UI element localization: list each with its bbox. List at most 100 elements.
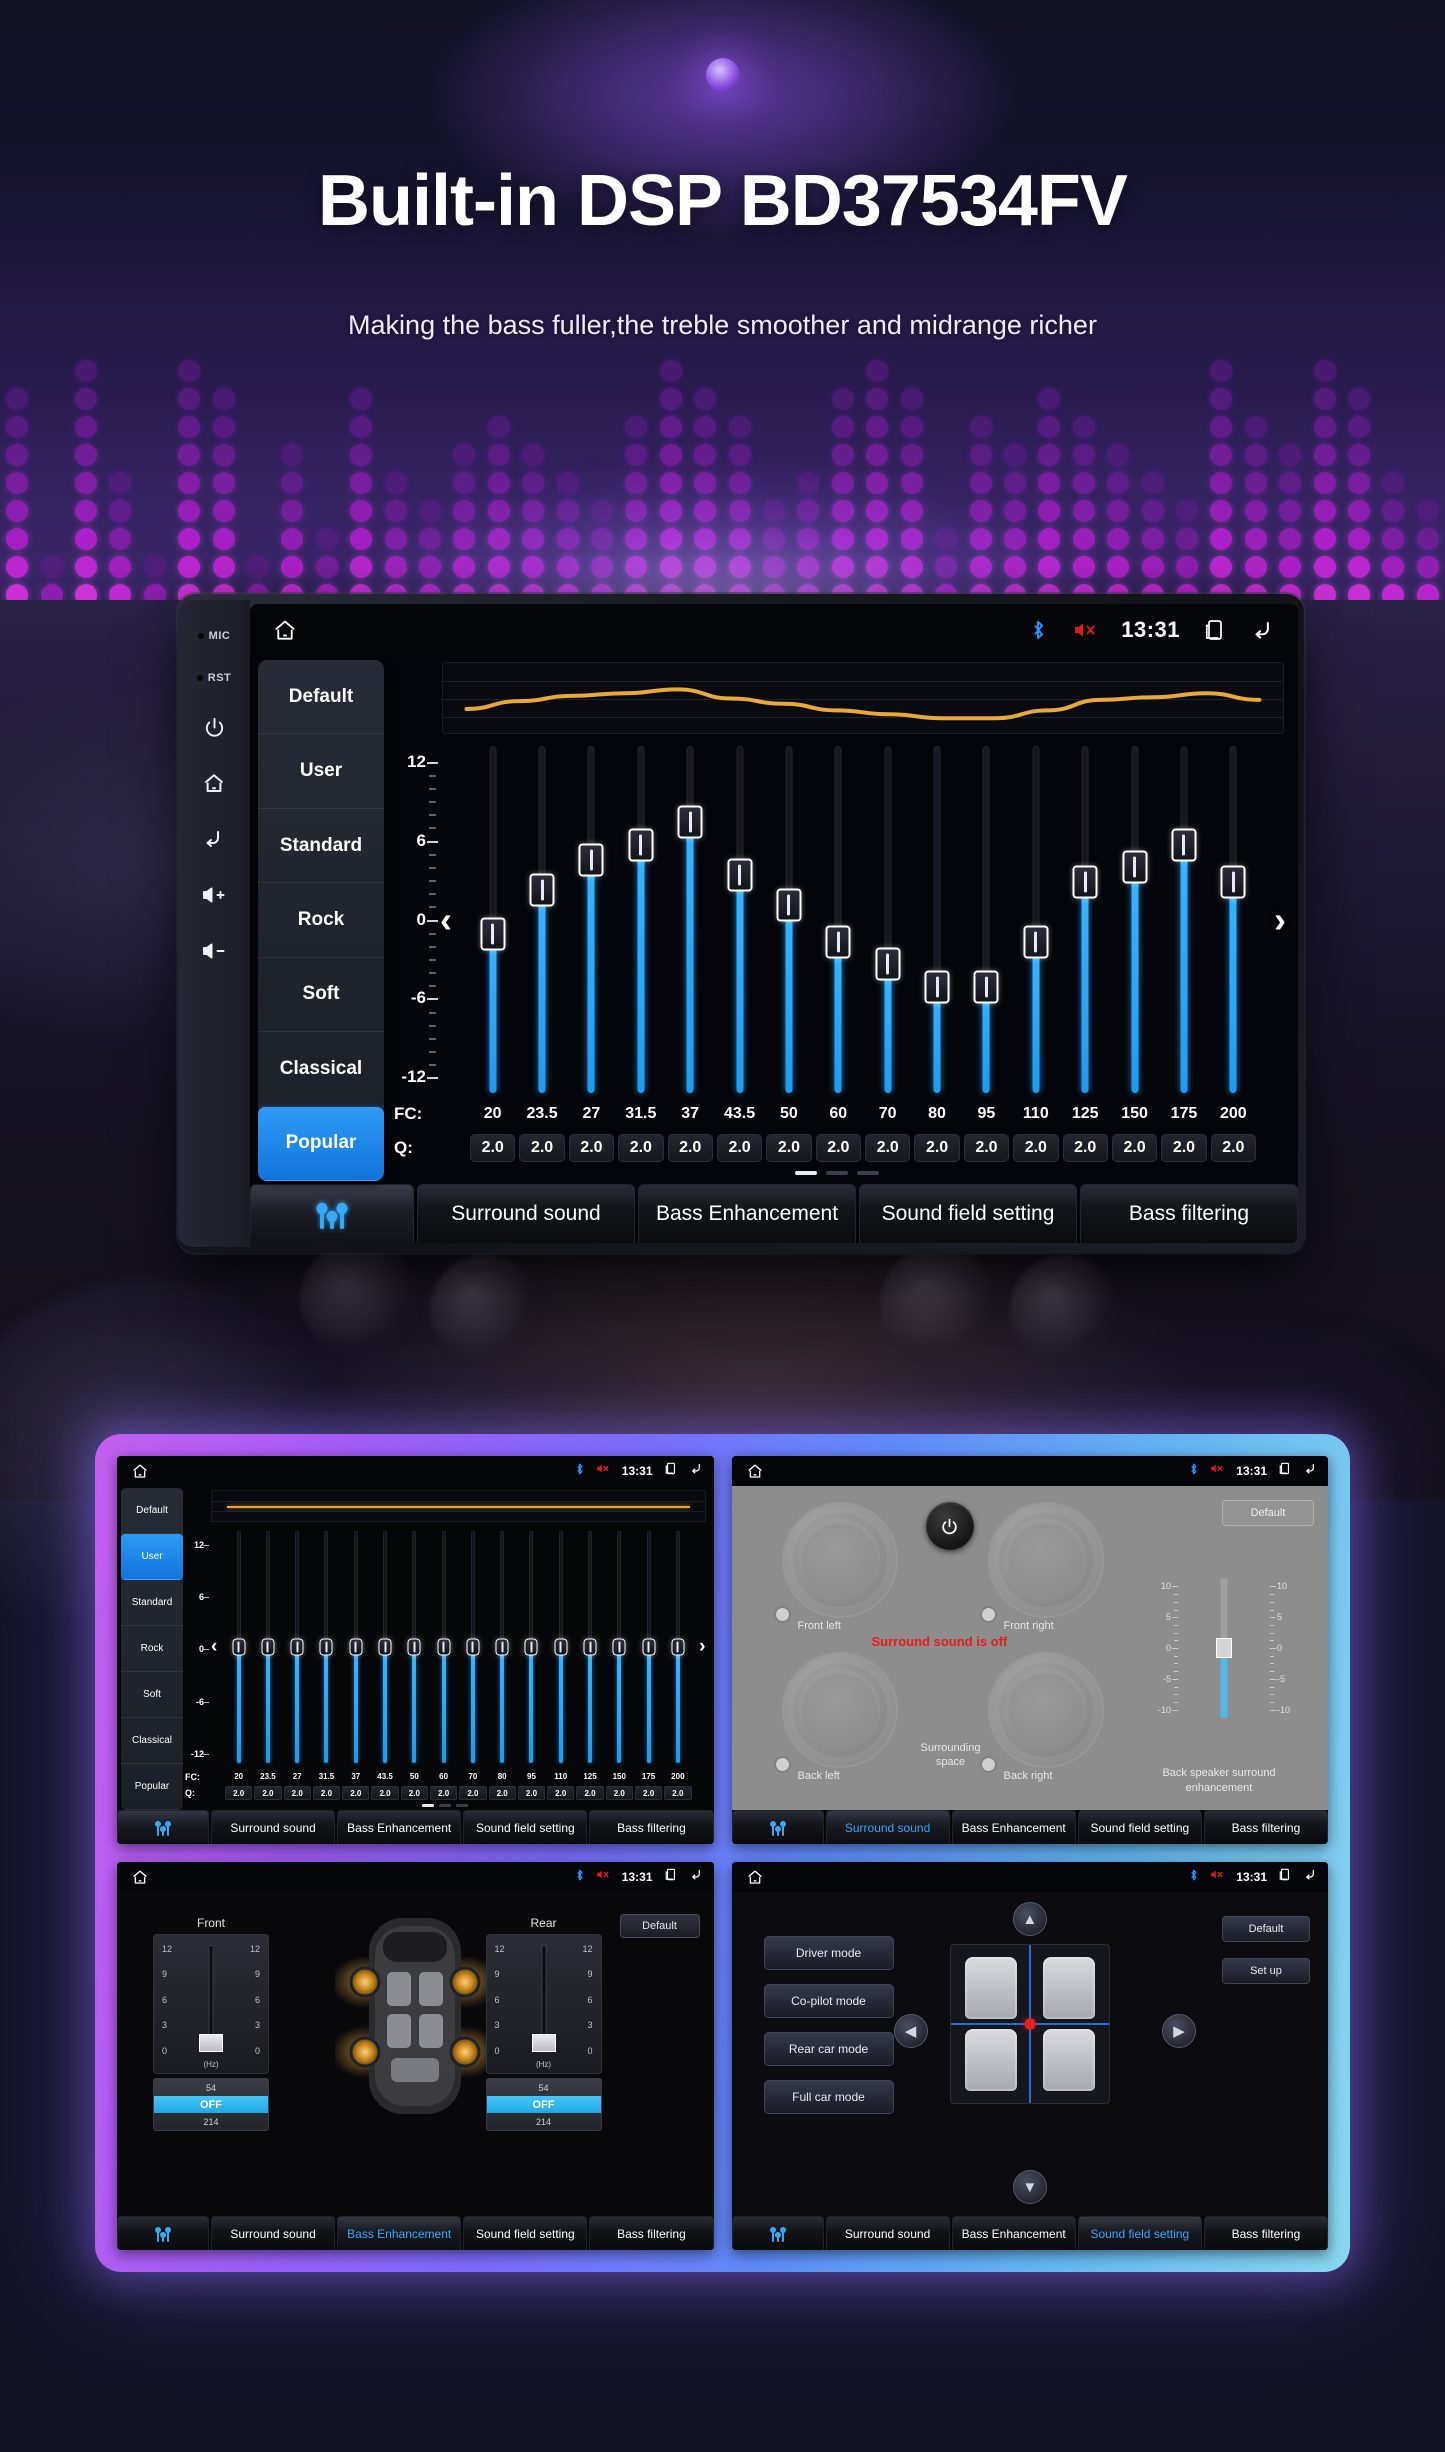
eq-band-60[interactable]: [814, 740, 863, 1099]
preset-standard[interactable]: Standard: [258, 809, 384, 884]
mini-eq-band-150[interactable]: [605, 1525, 634, 1769]
mini-q-value[interactable]: 2.0: [254, 1785, 282, 1800]
eq-band-27[interactable]: [567, 740, 616, 1099]
q-value[interactable]: 2.0: [519, 1134, 565, 1162]
mini-q-value[interactable]: 2.0: [342, 1785, 370, 1800]
eq-band-200[interactable]: [1209, 740, 1258, 1099]
rear-bass-selector[interactable]: 54 OFF 214: [485, 2078, 602, 2131]
back-icon[interactable]: [689, 1867, 704, 1887]
right-arrow-icon[interactable]: ▶: [1162, 2014, 1196, 2048]
mini-tab-bass-filtering[interactable]: Bass filtering: [589, 2216, 714, 2250]
preset-rock[interactable]: Rock: [258, 883, 384, 958]
mini-q-value[interactable]: 2.0: [283, 1785, 311, 1800]
q-value[interactable]: 2.0: [963, 1134, 1010, 1162]
surround-power-button[interactable]: [925, 1502, 974, 1550]
front-bass-control[interactable]: Front (Hz) 12 12 9 9 6 6 3 3 0 0 54 OFF 214: [153, 1916, 269, 2131]
volume-down-button[interactable]: [201, 924, 227, 978]
front-slider[interactable]: (Hz) 12 12 9 9 6 6 3 3 0 0: [153, 1934, 269, 2074]
bass-option-54[interactable]: 54: [487, 2079, 601, 2096]
bass-option-214[interactable]: 214: [154, 2113, 268, 2130]
mini-preset-rock[interactable]: Rock: [121, 1626, 183, 1672]
mini-eq-band-27[interactable]: [283, 1525, 312, 1769]
volume-up-button[interactable]: [201, 868, 227, 922]
seat-rear-right[interactable]: [1042, 2029, 1095, 2091]
prev-page-arrow[interactable]: ‹: [211, 1636, 217, 1658]
left-arrow-icon[interactable]: ◀: [893, 2014, 928, 2048]
mini-eq-band-125[interactable]: [575, 1525, 604, 1769]
mode-driver-mode[interactable]: Driver mode: [763, 1936, 894, 1970]
mini-tab-surround-sound[interactable]: Surround sound: [825, 2216, 950, 2250]
mini-preset-popular[interactable]: Popular: [121, 1764, 183, 1810]
mini-q-values[interactable]: 2.0 2.0 2.0 2.0 2.0 2.0 2.0 2.0 2.0 2.0 2.0 2.0 2.0 2…: [211, 1785, 706, 1800]
tab-equalizer[interactable]: [250, 1184, 414, 1243]
mode-co-pilot-mode[interactable]: Co-pilot mode: [763, 1984, 894, 2018]
mini-tab-bass-filtering[interactable]: Bass filtering: [1203, 2216, 1328, 2250]
mini-q-value[interactable]: 2.0: [634, 1785, 663, 1800]
slider-thumb[interactable]: [875, 947, 901, 981]
mini-q-value[interactable]: 2.0: [517, 1785, 546, 1800]
mini-tab-sound-field-setting[interactable]: Sound field setting: [463, 2216, 588, 2250]
mini-eq-band-175[interactable]: [634, 1525, 663, 1769]
bass-option-off[interactable]: OFF: [486, 2096, 601, 2113]
eq-band-43.5[interactable]: [715, 740, 764, 1099]
mini-q-value[interactable]: 2.0: [576, 1785, 604, 1800]
mini-tab-equalizer[interactable]: [117, 2216, 209, 2250]
slider-thumb[interactable]: [671, 1638, 685, 1656]
eq-band-175[interactable]: [1159, 740, 1208, 1099]
q-value[interactable]: 2.0: [1013, 1134, 1059, 1162]
power-button[interactable]: [203, 700, 226, 754]
q-value[interactable]: 2.0: [716, 1134, 763, 1162]
mini-q-value[interactable]: 2.0: [400, 1785, 428, 1800]
next-page-arrow[interactable]: ›: [1274, 901, 1286, 938]
mini-q-value[interactable]: 2.0: [605, 1785, 633, 1800]
home-icon[interactable]: [272, 617, 298, 643]
eq-band-80[interactable]: [912, 740, 961, 1099]
tab-sound-field-setting[interactable]: Sound field setting: [859, 1184, 1077, 1243]
slider-thumb[interactable]: [378, 1638, 392, 1656]
slider-thumb[interactable]: [677, 805, 703, 839]
bass-default-button[interactable]: Default: [619, 1914, 700, 1938]
mini-eq-band-80[interactable]: [488, 1525, 517, 1769]
mini-eq-band-200[interactable]: [663, 1525, 692, 1769]
mini-eq-band-60[interactable]: [429, 1525, 458, 1769]
eq-band-95[interactable]: [962, 740, 1011, 1099]
eq-band-37[interactable]: [666, 740, 715, 1099]
q-value[interactable]: 2.0: [1062, 1134, 1108, 1162]
slider-thumb[interactable]: [1072, 865, 1098, 899]
tab-bass-filtering[interactable]: Bass filtering: [1080, 1184, 1298, 1243]
slider-track[interactable]: [1180, 1578, 1268, 1718]
eq-band-31.5[interactable]: [616, 740, 665, 1099]
bass-option-off[interactable]: OFF: [154, 2096, 268, 2113]
back-icon[interactable]: [689, 1461, 704, 1481]
mini-eq-band-50[interactable]: [400, 1525, 429, 1769]
mini-tab-equalizer[interactable]: [117, 1810, 209, 1844]
bass-option-54[interactable]: 54: [154, 2079, 268, 2096]
recents-icon[interactable]: [1278, 1461, 1292, 1481]
mini-preset-classical[interactable]: Classical: [121, 1718, 183, 1764]
preset-default[interactable]: Default: [258, 660, 384, 735]
thumbnail-bass-enhancement[interactable]: 13:31 Front (Hz) 12 12 9 9 6 6 3 3 0 0 54 OFF 214: [117, 1862, 714, 2250]
slider-thumb[interactable]: [495, 1638, 509, 1656]
mini-preset-soft[interactable]: Soft: [121, 1672, 183, 1718]
knob-front-right[interactable]: [989, 1504, 1102, 1616]
slider-thumb[interactable]: [554, 1638, 568, 1656]
mini-tab-sound-field-setting[interactable]: Sound field setting: [1077, 1810, 1202, 1844]
mini-band-sliders[interactable]: ‹ ›: [211, 1525, 706, 1769]
eq-band-23.5[interactable]: [517, 740, 566, 1099]
preset-list[interactable]: Default User Standard Rock Soft Classical Popu…: [258, 660, 384, 1181]
seat-front-left[interactable]: [964, 1957, 1017, 2019]
seat-position-grid[interactable]: [949, 1944, 1110, 2104]
mini-tab-equalizer[interactable]: [731, 1810, 824, 1844]
recents-icon[interactable]: [664, 1461, 678, 1481]
knob-front-left[interactable]: [783, 1504, 896, 1616]
thumbnail-equalizer[interactable]: 13:31 Default User Standard Rock Soft Classic…: [117, 1456, 714, 1844]
page-dot[interactable]: [857, 1171, 879, 1175]
back-icon[interactable]: [1303, 1461, 1318, 1481]
eq-band-sliders[interactable]: ‹ ›: [440, 740, 1286, 1099]
tab-bar[interactable]: Surround sound Bass Enhancement Sound fiel…: [250, 1181, 1298, 1243]
thumbnail-surround-sound[interactable]: 13:31 Front left Front right Back left B…: [731, 1456, 1328, 1844]
up-arrow-icon[interactable]: ▲: [1012, 1902, 1047, 1936]
mini-q-value[interactable]: 2.0: [547, 1785, 575, 1800]
slider-thumb[interactable]: [642, 1638, 656, 1656]
q-value[interactable]: 2.0: [865, 1134, 911, 1162]
